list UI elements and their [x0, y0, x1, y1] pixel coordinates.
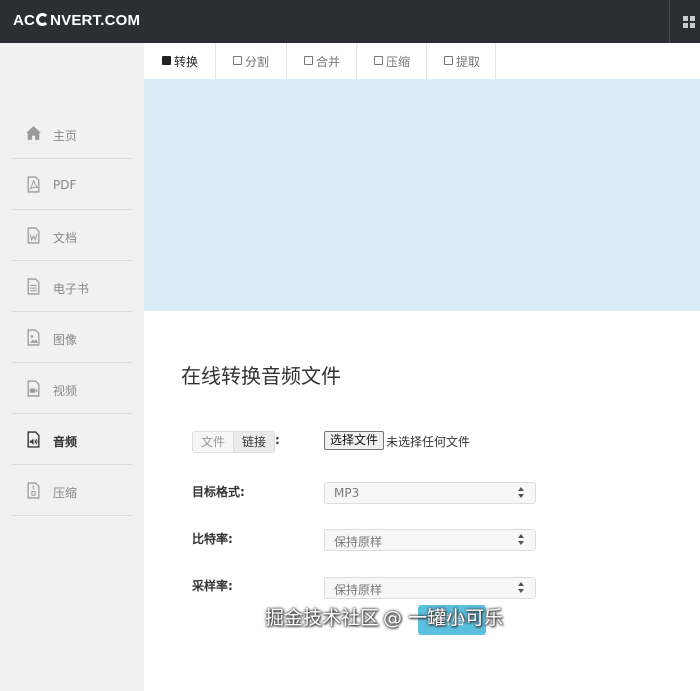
tab-label: 合并 — [316, 55, 341, 69]
tab-label: 分割 — [245, 55, 270, 69]
banner-area — [144, 79, 700, 311]
select-value: 保持原样 — [334, 583, 383, 597]
bitrate-select[interactable]: 保持原样 — [324, 529, 536, 551]
checkbox-filled-icon — [162, 56, 171, 65]
sidebar-item-label: 音频 — [53, 435, 78, 449]
sidebar-item-home[interactable]: 主页 — [12, 108, 132, 159]
sidebar-item-label: 文档 — [53, 231, 78, 245]
select-arrows-icon — [518, 534, 524, 546]
video-file-icon — [27, 380, 40, 397]
select-arrows-icon — [518, 582, 524, 594]
image-file-icon — [27, 329, 40, 346]
main-panel: 转换 分割 合并 压缩 提取 在线转换音频文件 文件 链接 : 选择文件 未选择… — [144, 43, 700, 691]
watermark-at: @ — [383, 607, 403, 629]
sidebar-item-image[interactable]: 图像 — [12, 312, 132, 363]
tab-label: 压缩 — [386, 55, 411, 69]
checkbox-icon — [374, 56, 383, 65]
logo-text-suffix: NVERT.COM — [50, 12, 141, 29]
select-value: 保持原样 — [334, 535, 383, 549]
site-logo[interactable]: AC NVERT.COM — [13, 12, 140, 29]
home-icon — [26, 126, 41, 140]
tool-tabs: 转换 分割 合并 压缩 提取 — [144, 43, 700, 79]
pdf-file-icon — [27, 176, 40, 193]
checkbox-icon — [444, 56, 453, 65]
sidebar-item-label: PDF — [53, 178, 77, 192]
watermark-author: 一罐小可乐 — [408, 607, 504, 629]
tab-label: 转换 — [174, 55, 199, 69]
sample-rate-select[interactable]: 保持原样 — [324, 577, 536, 599]
bitrate-label: 比特率: — [192, 532, 233, 546]
audio-file-icon — [27, 431, 40, 448]
sidebar-item-label: 图像 — [53, 333, 78, 347]
sidebar-item-label: 主页 — [53, 129, 78, 143]
watermark: 掘金技术社区 @ 一罐小可乐 — [265, 603, 503, 630]
target-format-select[interactable]: MP3 — [324, 482, 536, 504]
source-link-option[interactable]: 链接 — [234, 432, 275, 452]
sample-rate-label: 采样率: — [192, 579, 233, 593]
grid-menu-icon[interactable] — [683, 16, 695, 28]
sidebar-item-label: 压缩 — [53, 486, 78, 500]
archive-file-icon — [27, 482, 40, 499]
target-format-label: 目标格式: — [192, 485, 245, 499]
page-title: 在线转换音频文件 — [181, 364, 341, 388]
ebook-icon — [27, 278, 40, 295]
checkbox-icon — [233, 56, 242, 65]
source-file-option[interactable]: 文件 — [193, 432, 235, 452]
checkbox-icon — [304, 56, 313, 65]
word-document-icon — [27, 227, 40, 244]
navbar-divider — [669, 0, 670, 43]
top-navbar: AC NVERT.COM — [0, 0, 700, 43]
logo-text-prefix: AC — [13, 12, 36, 29]
source-colon: : — [275, 433, 280, 447]
tab-convert[interactable]: 转换 — [144, 43, 216, 79]
tab-compress[interactable]: 压缩 — [357, 43, 427, 79]
sidebar-item-document[interactable]: 文档 — [12, 210, 132, 261]
tab-split[interactable]: 分割 — [216, 43, 287, 79]
tab-merge[interactable]: 合并 — [287, 43, 357, 79]
sidebar-item-pdf[interactable]: PDF — [12, 159, 132, 210]
sidebar-item-archive[interactable]: 压缩 — [12, 465, 132, 516]
sidebar-item-audio[interactable]: 音频 — [12, 414, 132, 465]
sidebar-item-label: 电子书 — [53, 282, 90, 296]
file-status-text: 未选择任何文件 — [386, 435, 471, 449]
sidebar: 主页 PDF 文档 电子书 图像 视频 音频 压缩 — [0, 43, 144, 691]
sidebar-item-video[interactable]: 视频 — [12, 363, 132, 414]
tab-label: 提取 — [456, 55, 481, 69]
tab-extract[interactable]: 提取 — [427, 43, 496, 79]
select-value: MP3 — [334, 486, 360, 500]
select-arrows-icon — [518, 487, 524, 499]
choose-file-button[interactable]: 选择文件 — [324, 431, 385, 450]
sidebar-item-label: 视频 — [53, 384, 78, 398]
sidebar-item-ebook[interactable]: 电子书 — [12, 261, 132, 312]
watermark-text: 掘金技术社区 — [265, 607, 380, 629]
source-toggle: 文件 链接 — [192, 431, 276, 453]
logo-o-icon — [36, 13, 50, 26]
